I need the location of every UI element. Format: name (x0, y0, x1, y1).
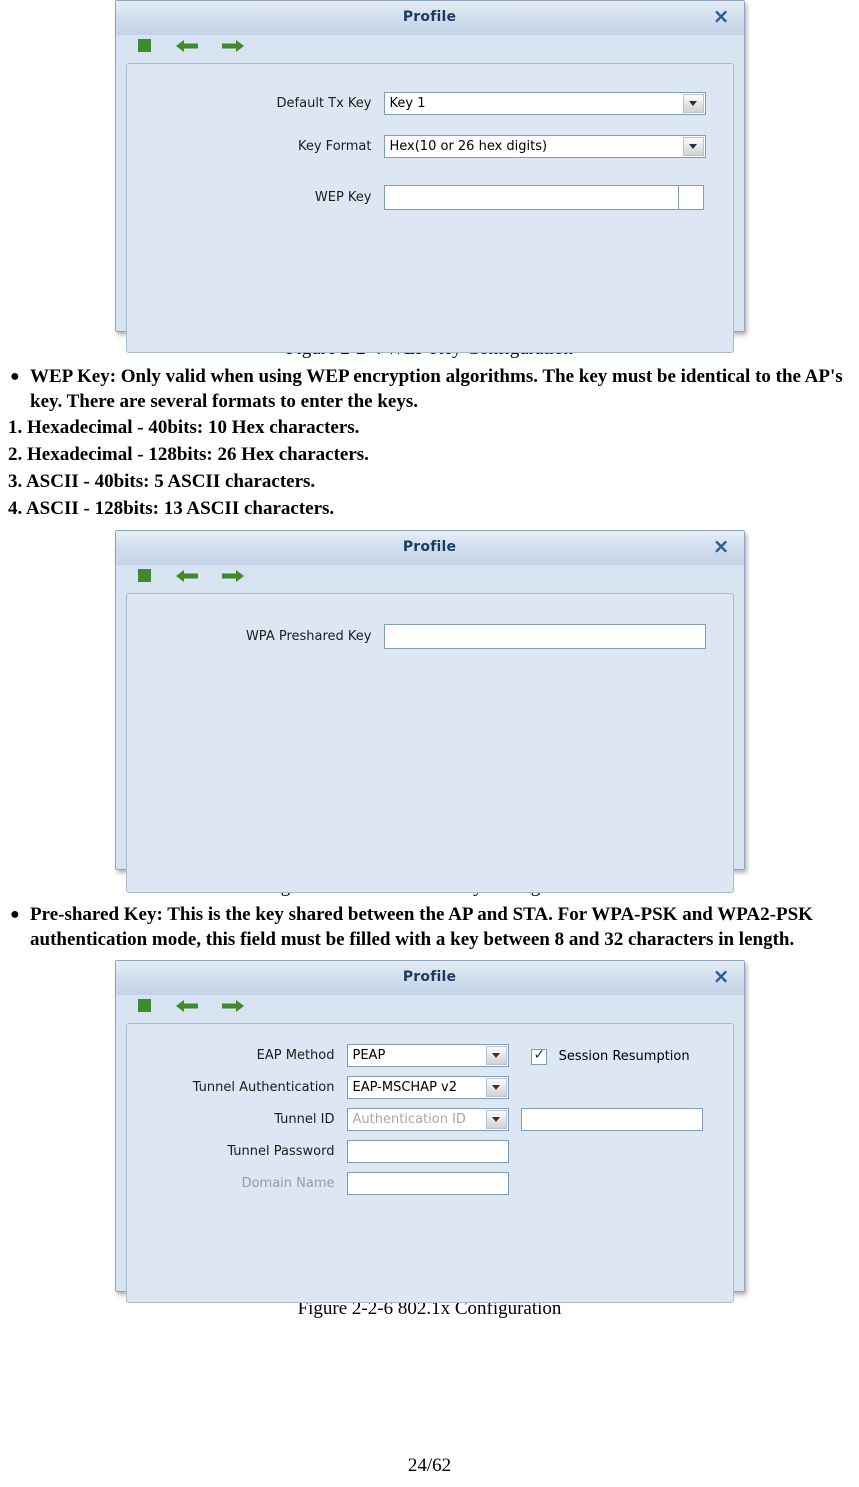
domain-name-input[interactable] (346, 1172, 509, 1195)
field-eap-method: EAP Method PEAP ✓ Session Resumption (127, 1044, 733, 1067)
wep-dialog-title: Profile (402, 9, 457, 25)
eap-method-select[interactable]: PEAP (346, 1044, 509, 1067)
forward-arrow-icon[interactable] (220, 36, 246, 56)
chevron-down-icon[interactable] (682, 94, 704, 113)
field-label-key-format: Key Format (297, 139, 372, 154)
wep-key-secondary-box[interactable] (678, 185, 704, 210)
default-tx-key-select[interactable]: Key 1 (383, 92, 706, 115)
tunnel-id-select[interactable]: Authentication ID (346, 1108, 509, 1131)
tunnel-password-input[interactable] (346, 1140, 509, 1163)
field-label-eap-method: EAP Method (256, 1048, 335, 1063)
wep-key-description: ● WEP Key: Only valid when using WEP enc… (0, 364, 859, 414)
back-arrow-icon[interactable] (174, 566, 200, 586)
chevron-down-icon[interactable] (485, 1110, 507, 1129)
dot1x-dialog-titlebar: Profile × (115, 961, 744, 995)
chevron-down-icon[interactable] (485, 1078, 507, 1097)
document-body: Profile × Default Tx Key Key 1 Key Forma… (0, 0, 859, 1320)
eap-method-value: PEAP (352, 1048, 386, 1063)
psk-description-text: Pre-shared Key: This is the key shared b… (30, 904, 813, 950)
session-resumption-checkbox[interactable]: ✓ Session Resumption (530, 1046, 690, 1065)
field-label-domain-name: Domain Name (241, 1176, 335, 1191)
checkbox-icon[interactable]: ✓ (530, 1048, 547, 1065)
wep-profile-dialog: Profile × Default Tx Key Key 1 Key Forma… (114, 0, 745, 353)
session-resumption-label: Session Resumption (558, 1049, 690, 1064)
field-key-format: Key Format Hex(10 or 26 hex digits) (127, 135, 733, 158)
field-label-tunnel-password: Tunnel Password (227, 1144, 335, 1159)
psk-dialog-toolbar (116, 565, 744, 591)
back-arrow-icon[interactable] (174, 996, 200, 1016)
wep-format-item-3: 3. ASCII - 40bits: 5 ASCII characters. (8, 471, 316, 492)
wep-format-item-1: 1. Hexadecimal - 40bits: 10 Hex characte… (8, 417, 360, 438)
key-format-select[interactable]: Hex(10 or 26 hex digits) (383, 135, 706, 158)
tunnel-id-input[interactable] (520, 1108, 703, 1131)
stop-square-icon[interactable] (137, 999, 151, 1012)
dot1x-profile-dialog: Profile × EAP Method PEAP ✓ Session Resu… (114, 960, 745, 1303)
back-arrow-icon[interactable] (174, 36, 200, 56)
tunnel-authentication-value: EAP-MSCHAP v2 (352, 1080, 458, 1095)
dot1x-dialog-toolbar (116, 995, 744, 1021)
wep-format-item-2: 2. Hexadecimal - 128bits: 26 Hex charact… (8, 444, 369, 465)
close-icon[interactable]: × (713, 6, 730, 26)
chevron-down-icon[interactable] (682, 137, 704, 156)
tunnel-authentication-select[interactable]: EAP-MSCHAP v2 (346, 1076, 509, 1099)
stop-square-icon[interactable] (137, 569, 151, 582)
psk-description: ● Pre-shared Key: This is the key shared… (0, 902, 859, 952)
bullet-icon: ● (10, 906, 20, 923)
field-wep-key: WEP Key (127, 185, 733, 210)
wep-dialog-toolbar (116, 35, 744, 61)
psk-dialog-titlebar: Profile × (115, 531, 744, 565)
field-wpa-preshared-key: WPA Preshared Key (127, 624, 733, 649)
field-label-tunnel-id: Tunnel ID (274, 1112, 335, 1127)
field-default-tx-key: Default Tx Key Key 1 (127, 92, 733, 115)
stop-square-icon[interactable] (137, 39, 151, 52)
field-domain-name: Domain Name (127, 1172, 733, 1195)
tunnel-id-value: Authentication ID (352, 1112, 466, 1127)
forward-arrow-icon[interactable] (220, 566, 246, 586)
bullet-icon: ● (10, 368, 20, 385)
field-label-wep-key: WEP Key (314, 190, 372, 205)
chevron-down-icon[interactable] (485, 1046, 507, 1065)
dot1x-dialog-title: Profile (402, 969, 457, 985)
wep-key-input[interactable] (383, 185, 679, 210)
psk-dialog-panel: WPA Preshared Key (125, 593, 734, 893)
wep-key-description-text: WEP Key: Only valid when using WEP encry… (30, 366, 843, 412)
wpa-preshared-key-input[interactable] (383, 624, 706, 649)
wep-dialog-panel: Default Tx Key Key 1 Key Format Hex(10 o… (125, 63, 734, 353)
field-label-default-tx-key: Default Tx Key (276, 96, 372, 111)
key-format-value: Hex(10 or 26 hex digits) (389, 139, 548, 154)
default-tx-key-value: Key 1 (389, 96, 426, 111)
psk-profile-dialog: Profile × WPA Preshared Key (114, 530, 745, 893)
field-tunnel-password: Tunnel Password (127, 1140, 733, 1163)
field-label-tunnel-authentication: Tunnel Authentication (192, 1080, 335, 1095)
close-icon[interactable]: × (713, 536, 730, 556)
dot1x-dialog-panel: EAP Method PEAP ✓ Session Resumption Tun… (125, 1023, 734, 1303)
wep-format-item-4: 4. ASCII - 128bits: 13 ASCII characters. (8, 498, 335, 519)
psk-dialog-title: Profile (402, 539, 457, 555)
field-tunnel-authentication: Tunnel Authentication EAP-MSCHAP v2 (127, 1076, 733, 1099)
field-tunnel-id: Tunnel ID Authentication ID (127, 1108, 733, 1131)
field-label-wpa-preshared-key: WPA Preshared Key (245, 629, 372, 644)
wep-dialog-titlebar: Profile × (115, 1, 744, 35)
close-icon[interactable]: × (713, 966, 730, 986)
forward-arrow-icon[interactable] (220, 996, 246, 1016)
page-number: 24/62 (407, 1455, 452, 1476)
